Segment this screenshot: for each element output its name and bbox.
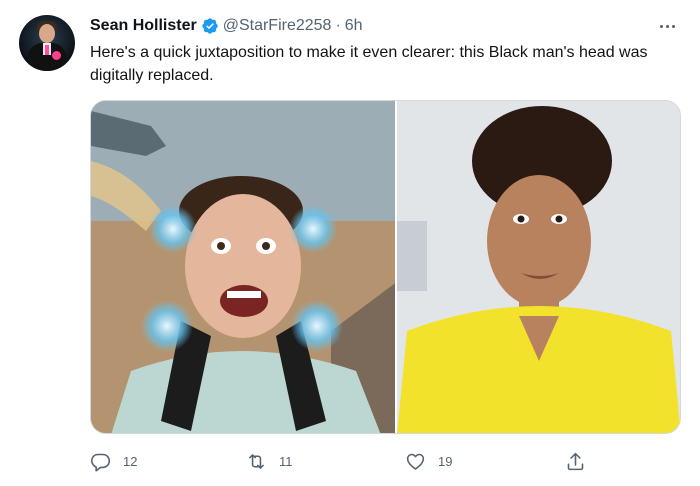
- author-name[interactable]: Sean Hollister: [90, 17, 197, 35]
- more-icon[interactable]: [652, 16, 682, 36]
- media-image-right[interactable]: [396, 101, 680, 433]
- share-button[interactable]: [565, 451, 586, 472]
- retweet-button[interactable]: 11: [246, 451, 293, 472]
- like-button[interactable]: 19: [405, 451, 452, 472]
- heart-icon: [406, 453, 425, 470]
- separator-dot: ·: [335, 17, 341, 34]
- share-icon: [567, 452, 584, 470]
- reply-icon: [90, 453, 111, 471]
- tweet-header: Sean Hollister @StarFire2258 · 6h: [90, 16, 363, 36]
- media-image-left[interactable]: [91, 101, 397, 433]
- media-grid: [90, 100, 681, 434]
- reply-button[interactable]: 12: [90, 451, 137, 472]
- tweet-text: Here's a quick juxtaposition to make it …: [90, 44, 648, 84]
- reply-count: 12: [123, 453, 138, 469]
- author-handle[interactable]: @StarFire2258: [223, 17, 332, 35]
- tweet[interactable]: Sean Hollister @StarFire2258 · 6h Here's…: [0, 0, 700, 486]
- timestamp[interactable]: 6h: [345, 17, 363, 35]
- tweet-actions: 12 11 19: [90, 447, 590, 475]
- like-count: 19: [438, 453, 453, 469]
- avatar[interactable]: [19, 15, 75, 71]
- retweet-icon: [249, 453, 264, 469]
- retweet-count: 11: [279, 453, 293, 469]
- verified-badge-icon: [201, 17, 219, 35]
